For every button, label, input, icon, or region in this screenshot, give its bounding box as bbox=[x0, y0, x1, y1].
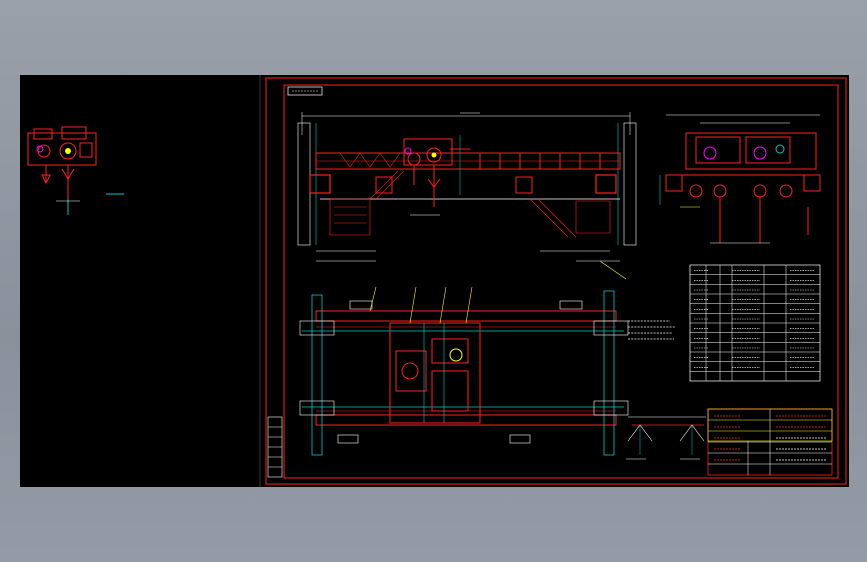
rail-detail-view bbox=[626, 416, 706, 460]
parts-table-grid bbox=[690, 265, 820, 381]
sheet-outer-frame bbox=[265, 77, 847, 485]
title-block-grid bbox=[708, 409, 832, 475]
revision-block bbox=[267, 416, 283, 478]
technical-notes bbox=[628, 320, 676, 340]
sheet-inner-frame bbox=[283, 84, 839, 479]
side-elevation-view bbox=[659, 114, 821, 244]
drawing-title-tag bbox=[287, 86, 323, 96]
trolley-side-thumbnail bbox=[27, 126, 124, 215]
cad-drawing-canvas[interactable] bbox=[20, 75, 849, 487]
plan-view bbox=[299, 286, 629, 456]
front-elevation-view bbox=[297, 112, 637, 280]
cad-model-space[interactable] bbox=[20, 75, 849, 487]
